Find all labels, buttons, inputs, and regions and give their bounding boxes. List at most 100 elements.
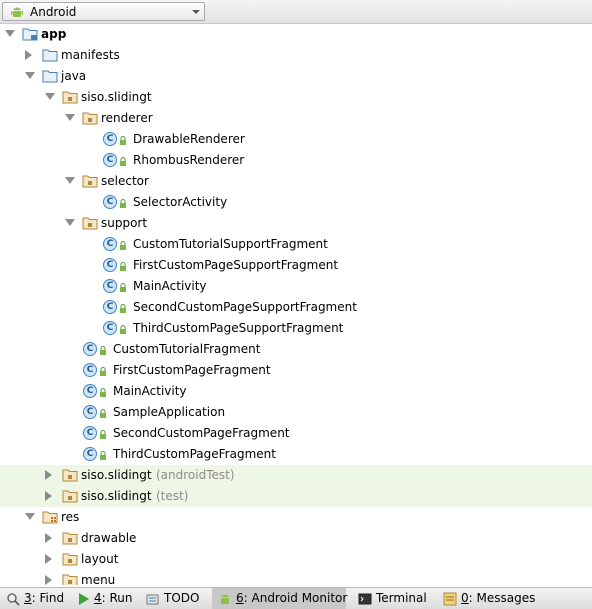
tree-item[interactable]: app <box>0 24 592 45</box>
tree-item[interactable]: java <box>0 66 592 87</box>
tool-tab[interactable]: 4: Run <box>70 588 135 609</box>
tree-item[interactable]: layout <box>0 549 592 570</box>
tree-item-suffix: (test) <box>156 489 189 503</box>
lock-icon <box>120 157 126 166</box>
tree-item[interactable]: selector <box>0 171 592 192</box>
expanded-arrow-icon[interactable] <box>5 30 15 37</box>
tree-item[interactable]: siso.slidingt (androidTest) <box>0 465 592 486</box>
class-icon: C <box>103 300 117 314</box>
expanded-arrow-icon[interactable] <box>25 72 35 79</box>
tree-item-label: selector <box>101 174 149 188</box>
tree-item[interactable]: C SecondCustomPageFragment <box>0 423 592 444</box>
tree-item[interactable]: C MainActivity <box>0 276 592 297</box>
tree-item[interactable]: menu <box>0 570 592 585</box>
tree-item[interactable]: manifests <box>0 45 592 66</box>
module-folder-icon <box>22 28 38 41</box>
tool-tab-label: : Android Monitor <box>243 591 348 605</box>
tree-item-label: SelectorActivity <box>133 195 228 209</box>
tree-item-label: CustomTutorialFragment <box>113 342 261 356</box>
tool-tab[interactable]: 3: Find <box>0 588 65 609</box>
tree-item-label: menu <box>81 573 116 585</box>
collapsed-arrow-icon[interactable] <box>25 50 32 60</box>
package-icon <box>82 175 98 188</box>
tool-tab-label: : Run <box>101 591 133 605</box>
run-icon <box>79 593 89 605</box>
tree-item-label: layout <box>81 552 119 566</box>
tree-item[interactable]: C ThirdCustomPageSupportFragment <box>0 318 592 339</box>
tree-item-label: CustomTutorialSupportFragment <box>133 237 328 251</box>
tree-item-label: support <box>101 216 148 230</box>
package-icon <box>62 490 78 503</box>
android-icon <box>11 7 23 17</box>
package-icon <box>62 91 78 104</box>
lock-icon <box>100 367 106 376</box>
class-icon: C <box>103 195 117 209</box>
lock-icon <box>100 430 106 439</box>
tree-item[interactable]: drawable <box>0 528 592 549</box>
tool-tab[interactable]: TODO <box>140 588 206 609</box>
tree-item[interactable]: support <box>0 213 592 234</box>
tool-tab-label: : Find <box>31 591 65 605</box>
tree-item-label: app <box>41 27 67 41</box>
tree-item-label: SecondCustomPageSupportFragment <box>133 300 357 314</box>
class-icon: C <box>83 447 97 461</box>
tree-item[interactable]: C FirstCustomPageFragment <box>0 360 592 381</box>
tree-item[interactable]: renderer <box>0 108 592 129</box>
class-icon: C <box>83 405 97 419</box>
tree-item-label: SampleApplication <box>113 405 226 419</box>
chevron-down-icon[interactable] <box>192 10 200 14</box>
tool-tab[interactable]: 0: Messages <box>437 588 537 609</box>
package-icon <box>62 574 78 585</box>
tool-tab-shortcut: 4 <box>94 591 102 605</box>
tool-window-bar: 3: Find 4: Run TODO 6: Android Monitor Termi… <box>0 587 592 609</box>
project-view-toolbar: Android <box>0 0 592 24</box>
expanded-arrow-icon[interactable] <box>65 114 75 121</box>
tree-item[interactable]: C SampleApplication <box>0 402 592 423</box>
tree-item-label: java <box>61 69 87 83</box>
tree-item[interactable]: C DrawableRenderer <box>0 129 592 150</box>
class-icon: C <box>83 384 97 398</box>
tree-item[interactable]: C SelectorActivity <box>0 192 592 213</box>
expanded-arrow-icon[interactable] <box>45 93 55 100</box>
tree-item[interactable]: C MainActivity <box>0 381 592 402</box>
messages-icon <box>443 592 457 606</box>
lock-icon <box>120 304 126 313</box>
tree-item[interactable]: siso.slidingt (test) <box>0 486 592 507</box>
project-view-selector[interactable]: Android <box>2 2 205 21</box>
expanded-arrow-icon[interactable] <box>65 177 75 184</box>
expanded-arrow-icon[interactable] <box>65 219 75 226</box>
class-icon: C <box>103 237 117 251</box>
collapsed-arrow-icon[interactable] <box>45 575 52 585</box>
class-icon: C <box>83 342 97 356</box>
tree-item[interactable]: C RhombusRenderer <box>0 150 592 171</box>
package-icon <box>62 532 78 545</box>
tree-item-suffix: (androidTest) <box>156 468 235 482</box>
search-icon <box>7 593 20 606</box>
collapsed-arrow-icon[interactable] <box>45 470 52 480</box>
tree-item[interactable]: C CustomTutorialSupportFragment <box>0 234 592 255</box>
tool-tab[interactable]: 6: Android Monitor <box>212 588 348 609</box>
collapsed-arrow-icon[interactable] <box>45 491 52 501</box>
tree-item[interactable]: C CustomTutorialFragment <box>0 339 592 360</box>
tree-item[interactable]: res <box>0 507 592 528</box>
tree-item-label: siso.slidingt <box>81 468 152 482</box>
lock-icon <box>120 241 126 250</box>
tree-item[interactable]: C FirstCustomPageSupportFragment <box>0 255 592 276</box>
collapsed-arrow-icon[interactable] <box>45 533 52 543</box>
tree-item[interactable]: siso.slidingt <box>0 87 592 108</box>
expanded-arrow-icon[interactable] <box>25 513 35 520</box>
tool-tab-label: : Messages <box>468 591 536 605</box>
tree-item[interactable]: C SecondCustomPageSupportFragment <box>0 297 592 318</box>
collapsed-arrow-icon[interactable] <box>45 554 52 564</box>
tree-item[interactable]: C ThirdCustomPageFragment <box>0 444 592 465</box>
class-icon: C <box>103 132 117 146</box>
tree-item-label: siso.slidingt <box>81 489 152 503</box>
project-tree[interactable]: app manifests java siso.slidingt renderer C Dr… <box>0 24 592 585</box>
lock-icon <box>100 409 106 418</box>
tool-tab-label: TODO <box>164 591 200 605</box>
lock-icon <box>120 136 126 145</box>
lock-icon <box>120 262 126 271</box>
tree-item-label: SecondCustomPageFragment <box>113 426 290 440</box>
tool-tab[interactable]: Terminal <box>352 588 432 609</box>
tool-tab-shortcut: 3 <box>24 591 32 605</box>
